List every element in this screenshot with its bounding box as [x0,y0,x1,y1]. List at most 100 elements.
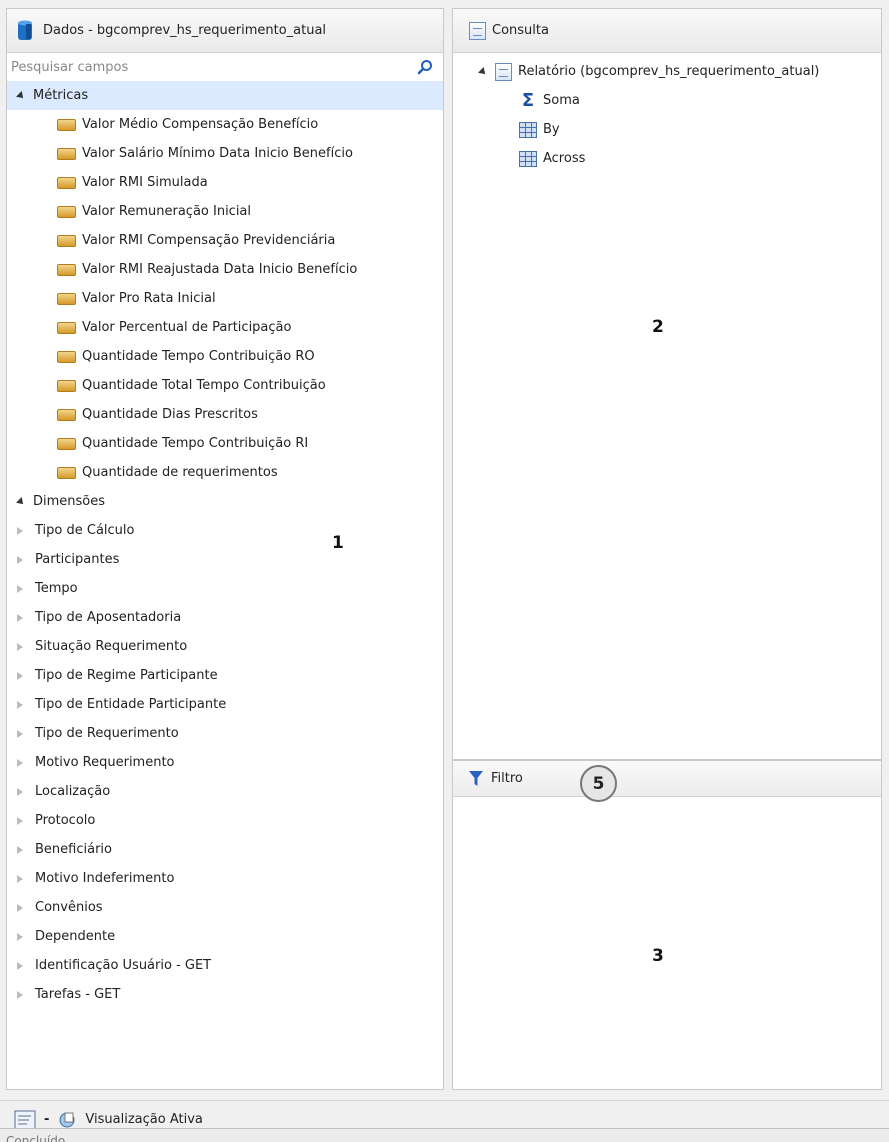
dimension-label: Beneficiário [35,842,112,857]
dimension-item[interactable]: Motivo Indeferimento [7,864,443,893]
metric-item[interactable]: Valor Pro Rata Inicial [7,284,443,313]
dimension-label: Protocolo [35,813,96,828]
metric-icon [57,408,76,421]
collapsed-arrow-icon[interactable] [17,961,23,970]
metric-icon [57,321,76,334]
tree-node-relatorio[interactable]: Relatório (bgcomprev_hs_requerimento_atu… [453,57,881,86]
dimension-item[interactable]: Protocolo [7,806,443,835]
dimension-label: Tipo de Regime Participante [35,668,218,683]
marker-1: 1 [332,533,344,553]
collapsed-arrow-icon[interactable] [17,990,23,999]
query-tree: Relatório (bgcomprev_hs_requerimento_atu… [453,53,881,173]
collapsed-arrow-icon[interactable] [17,816,23,825]
collapsed-arrow-icon[interactable] [17,700,23,709]
collapsed-arrow-icon[interactable] [17,729,23,738]
tree-node-soma[interactable]: Σ Soma [453,86,881,115]
collapsed-arrow-icon[interactable] [17,845,23,854]
expanded-arrow-icon[interactable] [16,496,26,507]
collapsed-arrow-icon[interactable] [17,874,23,883]
metric-label: Valor Remuneração Inicial [82,204,252,219]
search-input[interactable]: Pesquisar campos [11,60,128,75]
search-field[interactable]: Pesquisar campos [7,53,443,81]
metric-icon [57,379,76,392]
metric-item[interactable]: Valor Salário Mínimo Data Inicio Benefíc… [7,139,443,168]
metric-item[interactable]: Valor Remuneração Inicial [7,197,443,226]
dimension-item[interactable]: Identificação Usuário - GET [7,951,443,980]
data-panel-header: Dados - bgcomprev_hs_requerimento_atual [7,9,443,53]
metric-icon [57,147,76,160]
tree-node-across[interactable]: Across [453,144,881,173]
tree-node-by[interactable]: By [453,115,881,144]
metric-item[interactable]: Valor Médio Compensação Benefício [7,110,443,139]
data-panel: Dados - bgcomprev_hs_requerimento_atual … [6,8,444,1090]
dimension-label: Tipo de Requerimento [35,726,179,741]
collapsed-arrow-icon[interactable] [17,526,23,535]
active-view-icon[interactable] [57,1110,77,1130]
dimension-item[interactable]: Convênios [7,893,443,922]
filter-panel-header: Filtro [453,761,881,797]
search-icon[interactable] [417,59,433,75]
metric-item[interactable]: Quantidade Dias Prescritos [7,400,443,429]
status-text: Concluído [6,1134,66,1142]
metric-label: Quantidade Dias Prescritos [82,407,258,422]
metric-icon [57,437,76,450]
dimension-label: Tarefas - GET [35,987,121,1002]
report-icon [495,62,512,81]
collapsed-arrow-icon[interactable] [17,903,23,912]
collapsed-arrow-icon[interactable] [17,613,23,622]
dimension-label: Identificação Usuário - GET [35,958,212,973]
dimension-item[interactable]: Tarefas - GET [7,980,443,1009]
dimension-item[interactable]: Tipo de Entidade Participante [7,690,443,719]
dimension-label: Participantes [35,552,120,567]
metric-item[interactable]: Quantidade Total Tempo Contribuição [7,371,443,400]
metric-item[interactable]: Valor RMI Compensação Previdenciária [7,226,443,255]
collapsed-arrow-icon[interactable] [17,555,23,564]
dimension-item[interactable]: Participantes [7,545,443,574]
metric-item[interactable]: Valor Percentual de Participação [7,313,443,342]
metric-label: Quantidade Total Tempo Contribuição [82,378,326,393]
metric-label: Valor Médio Compensação Benefício [82,117,319,132]
sigma-icon: Σ [521,90,535,111]
tree-node-dimensoes[interactable]: Dimensões [7,487,443,516]
metric-icon [57,263,76,276]
expanded-arrow-icon[interactable] [16,90,26,101]
collapsed-arrow-icon[interactable] [17,584,23,593]
collapsed-arrow-icon[interactable] [17,671,23,680]
dimension-item[interactable]: Dependente [7,922,443,951]
dimension-item[interactable]: Motivo Requerimento [7,748,443,777]
dimension-item[interactable]: Tipo de Cálculo [7,516,443,545]
expanded-arrow-icon[interactable] [478,66,488,77]
metric-label: Valor Percentual de Participação [82,320,292,335]
dimension-item[interactable]: Situação Requerimento [7,632,443,661]
dimension-item[interactable]: Localização [7,777,443,806]
metric-item[interactable]: Quantidade de requerimentos [7,458,443,487]
query-panel: Consulta Relatório (bgcomprev_hs_requeri… [452,8,882,760]
metric-item[interactable]: Valor RMI Reajustada Data Inicio Benefíc… [7,255,443,284]
metric-item[interactable]: Quantidade Tempo Contribuição RO [7,342,443,371]
active-view-label[interactable]: Visualização Ativa [85,1112,202,1127]
collapsed-arrow-icon[interactable] [17,932,23,941]
metric-label: Valor Pro Rata Inicial [82,291,216,306]
status-bar: Concluído [0,1128,889,1142]
dimension-label: Localização [35,784,111,799]
tree-node-metricas[interactable]: Métricas [7,81,443,110]
view-toggle-icon[interactable] [14,1110,36,1130]
collapsed-arrow-icon[interactable] [17,758,23,767]
metric-item[interactable]: Valor RMI Simulada [7,168,443,197]
metric-item[interactable]: Quantidade Tempo Contribuição RI [7,429,443,458]
dimension-item[interactable]: Tipo de Requerimento [7,719,443,748]
toolbar-dash: - [44,1112,50,1127]
query-panel-header: Consulta [453,9,881,53]
dimension-item[interactable]: Tipo de Regime Participante [7,661,443,690]
dimension-item[interactable]: Tempo [7,574,443,603]
field-tree: Métricas Valor Médio Compensação Benefíc… [7,81,443,1009]
dimension-item[interactable]: Beneficiário [7,835,443,864]
collapsed-arrow-icon[interactable] [17,642,23,651]
dimension-item[interactable]: Tipo de Aposentadoria [7,603,443,632]
dimension-label: Motivo Requerimento [35,755,175,770]
marker-3: 3 [652,946,664,966]
filter-panel: Filtro [452,760,882,1090]
database-icon [18,20,32,40]
metric-label: Valor RMI Simulada [82,175,208,190]
collapsed-arrow-icon[interactable] [17,787,23,796]
